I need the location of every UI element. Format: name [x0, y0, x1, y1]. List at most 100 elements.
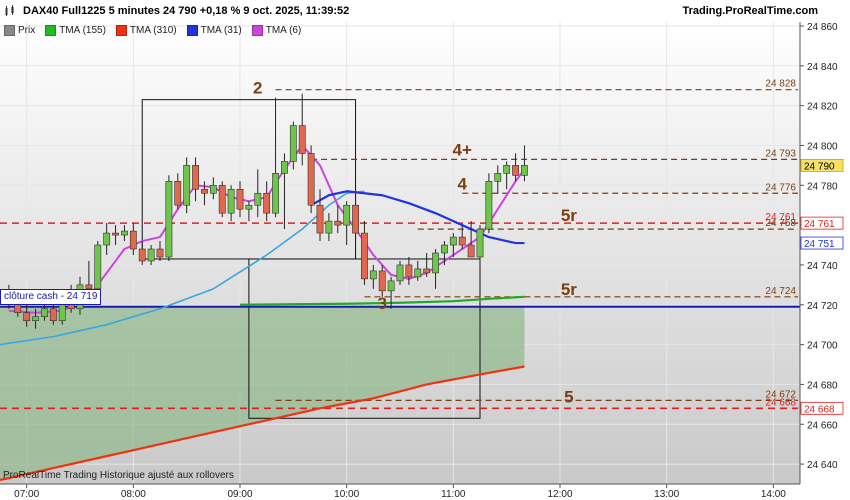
candle-body	[432, 252, 439, 274]
candle-body	[174, 181, 182, 206]
legend-label: TMA (310)	[129, 24, 177, 36]
candle-body	[236, 188, 244, 210]
chart-type-icon[interactable]	[4, 5, 18, 17]
footer-note: ProRealTime Trading Historique ajusté au…	[3, 470, 234, 481]
candle-body	[369, 270, 377, 280]
legend-label: TMA (155)	[59, 24, 106, 36]
chart-header: DAX40 Full1225 5 minutes 24 790 +0,18 % …	[0, 0, 850, 22]
legend-item[interactable]: Prix	[4, 22, 35, 38]
cash-close-label: clôture cash - 24 719	[0, 289, 102, 305]
x-tick-label: 10:00	[334, 489, 359, 500]
candle-body	[103, 232, 111, 246]
x-tick-label: 09:00	[227, 489, 252, 500]
candle-body	[227, 188, 235, 214]
legend-swatch	[186, 24, 198, 36]
y-tick-label: 24 780	[807, 181, 838, 192]
legend-item[interactable]: TMA (31)	[186, 22, 242, 38]
y-tick-label: 24 800	[807, 141, 838, 152]
candle-body	[423, 268, 431, 274]
candle-body	[334, 220, 342, 226]
legend-swatch	[251, 24, 263, 36]
price-tag-label: 24 668	[804, 404, 835, 415]
price-tag-label: 24 751	[804, 239, 835, 250]
candle-body	[14, 304, 22, 314]
candle-body	[192, 165, 199, 190]
y-tick-label: 24 660	[807, 420, 838, 431]
wave-label: 5r	[561, 206, 577, 225]
candle-body	[129, 230, 137, 250]
candle-body	[467, 244, 475, 258]
x-tick-label: 07:00	[14, 489, 39, 500]
y-tick-label: 24 720	[807, 301, 838, 312]
chart-title: DAX40 Full1225 5 minutes 24 790 +0,18 % …	[23, 5, 350, 17]
candle-body	[201, 188, 208, 194]
candle-body	[521, 165, 528, 176]
wave-label: 4+	[453, 140, 472, 159]
x-tick-label: 14:00	[761, 489, 786, 500]
candle-body	[441, 244, 448, 254]
level-label: 24 758	[765, 218, 796, 229]
legend-label: Prix	[18, 24, 36, 36]
y-tick-label: 24 640	[807, 460, 838, 471]
y-tick-label: 24 700	[807, 341, 838, 352]
candle-body	[352, 204, 359, 234]
candle-body	[298, 125, 306, 154]
candle-body	[165, 181, 173, 258]
candle-body	[476, 228, 484, 258]
wave-label: 4	[457, 174, 467, 193]
candle-body	[281, 161, 288, 174]
level-label: 24 724	[765, 286, 796, 297]
candle-body	[485, 181, 493, 230]
candle-body	[263, 192, 271, 214]
candle-body	[41, 308, 48, 318]
candle-body	[49, 308, 57, 322]
candle-body	[307, 153, 315, 206]
price-chart[interactable]: 24 828 24 793 24 776 24 761 24 758 24 724 24 6…	[0, 0, 850, 500]
legend-swatch	[115, 24, 127, 36]
candle-body	[503, 165, 511, 174]
candle-body	[32, 316, 39, 322]
candle-body	[254, 192, 262, 206]
x-tick-label: 13:00	[654, 489, 679, 500]
legend-item[interactable]: TMA (6)	[251, 22, 302, 38]
legend-label: TMA (6)	[265, 24, 302, 36]
wave-label: 5r	[561, 280, 577, 299]
legend-item[interactable]: TMA (155)	[45, 22, 106, 38]
price-tag-label: 24 761	[804, 219, 835, 230]
candle-body	[325, 220, 333, 234]
candle-body	[458, 236, 466, 246]
candle-body	[361, 232, 368, 280]
y-tick-label: 24 680	[807, 380, 838, 391]
candle-body	[209, 184, 217, 194]
candle-body	[387, 280, 395, 292]
candle-body	[405, 264, 413, 278]
y-tick-label: 24 840	[807, 62, 838, 73]
candle-body	[414, 268, 422, 278]
x-tick-label: 08:00	[121, 489, 146, 500]
candle-body	[183, 165, 191, 206]
wave-label: 2	[253, 79, 262, 98]
y-tick-label: 24 860	[807, 22, 838, 33]
candle-body	[218, 184, 226, 214]
level-label: 24 776	[765, 182, 796, 193]
level-label: 24 668	[765, 397, 796, 408]
candle-body	[112, 232, 119, 236]
legend-swatch	[45, 24, 57, 36]
legend-swatch	[4, 24, 15, 36]
candle-body	[396, 264, 404, 282]
candle-body	[138, 248, 146, 262]
candle-body	[245, 204, 253, 210]
x-tick-label: 11:00	[441, 489, 466, 500]
candle-body	[156, 248, 164, 258]
indicator-legend: Prix TMA (155) TMA (310) TMA (31) TMA (6)	[0, 22, 307, 38]
candle-body	[147, 248, 155, 262]
candle-body	[94, 244, 102, 290]
candle-body	[316, 204, 324, 234]
wave-label: 3	[377, 294, 386, 313]
candle-body	[289, 125, 297, 162]
candle-body	[378, 270, 386, 292]
price-tag-label: 24 790	[804, 161, 835, 172]
legend-item[interactable]: TMA (310)	[115, 22, 177, 38]
candle-body	[121, 230, 128, 236]
y-tick-label: 24 740	[807, 261, 838, 272]
